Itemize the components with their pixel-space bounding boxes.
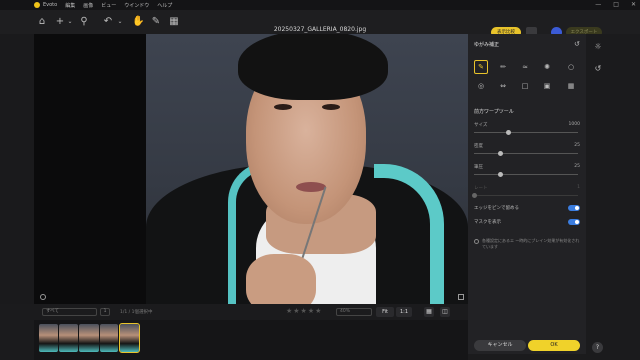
show-mask-toggle[interactable]	[568, 219, 580, 225]
left-sidebar	[0, 34, 34, 304]
pressure-slider[interactable]	[474, 172, 578, 177]
info-icon[interactable]	[40, 294, 46, 300]
menu-view[interactable]: ビュー	[101, 2, 116, 9]
size-slider-knob[interactable]	[506, 130, 512, 135]
slider-label-rate: レート	[474, 186, 488, 191]
undo-menu-icon[interactable]: ⌄	[114, 16, 126, 28]
smooth-tool-icon[interactable]: ≈	[518, 60, 532, 74]
mouth	[296, 182, 326, 192]
info-icon	[474, 239, 479, 244]
rating-stars[interactable]: ★★★★★	[286, 307, 322, 315]
thumbnail[interactable]	[59, 324, 78, 352]
close-icon[interactable]: ✕	[631, 1, 636, 8]
size-slider[interactable]	[474, 130, 578, 135]
thaw-mask-tool-icon[interactable]: ▣	[540, 79, 554, 93]
rate-slider-knob	[472, 193, 477, 198]
density-slider[interactable]	[474, 151, 578, 156]
pressure-slider-knob[interactable]	[498, 172, 503, 177]
fit-button[interactable]: Fit	[376, 307, 394, 317]
twirl-tool-icon[interactable]: ✺	[540, 60, 554, 74]
zoom-select[interactable]: 40%	[336, 308, 372, 316]
history-icon[interactable]: ↺	[593, 64, 603, 74]
panel-note: 各種設定にあるエ ー時的にプレイン効果が有効化されています	[482, 238, 580, 249]
toggle-label-pin-edges: エッジをピンで留める	[474, 206, 519, 211]
thumbnail-selected[interactable]	[119, 323, 140, 353]
slider-label-pressure: 筆圧	[474, 165, 483, 170]
bottom-controls: すべて 1 1/1 / 1個選択中 ★★★★★ 40% Fit 1:1 ▦ ◫	[34, 304, 468, 320]
ok-button[interactable]: OK	[528, 340, 580, 351]
bandage-icon[interactable]: ▦	[168, 16, 180, 28]
hand	[246, 254, 316, 304]
cancel-button[interactable]: キャンセル	[474, 340, 526, 351]
section-title: 前方ワープツール	[474, 109, 514, 115]
chevron-down-icon[interactable]: ⌄	[64, 16, 76, 28]
thumbnail[interactable]	[79, 324, 99, 352]
liquify-panel: ゆがみ補正 ↺ ✎ ✏ ≈ ✺ ○ ◎ ⇔ □ ▣ ▦ 前方ワープツール サイズ…	[468, 34, 586, 354]
right-icon-column: ☼ ↺	[586, 34, 640, 334]
filmstrip	[34, 320, 468, 360]
thumbnail[interactable]	[39, 324, 58, 352]
toolbar: ⌂ + ⌄ ⚲ ↶ ⌄ ✋ ✎ ▦ 20250327_GALLERIA_0820…	[0, 10, 640, 38]
left-eye	[274, 104, 292, 110]
actual-size-button[interactable]: 1:1	[396, 307, 412, 317]
app-name[interactable]: Evoto	[43, 2, 57, 8]
slider-label-density: 密度	[474, 144, 483, 149]
brush-icon[interactable]: ✎	[150, 16, 162, 28]
minimize-icon[interactable]: —	[595, 1, 601, 8]
reset-icon[interactable]: ↺	[574, 40, 580, 48]
slider-value-pressure[interactable]: 25	[574, 164, 580, 169]
file-name: 20250327_GALLERIA_0820.jpg	[273, 26, 367, 33]
split-view-icon[interactable]	[458, 294, 464, 300]
forward-warp-tool-icon[interactable]: ✎	[474, 60, 488, 74]
count-badge: 1	[100, 308, 110, 316]
slider-value-rate: 1	[577, 185, 580, 190]
selection-count: 1/1 / 1個選択中	[120, 310, 153, 315]
undo-icon[interactable]: ↶	[102, 16, 114, 28]
menu-image[interactable]: 画像	[83, 2, 93, 9]
photo-canvas[interactable]	[146, 34, 468, 304]
slider-value-density[interactable]: 25	[574, 143, 580, 148]
panel-title: ゆがみ補正	[474, 42, 500, 48]
hair	[238, 34, 388, 100]
hand-tool-icon[interactable]: ▦	[564, 79, 578, 93]
window-controls: — □ ✕	[595, 1, 636, 8]
bloat-tool-icon[interactable]: ◎	[474, 79, 488, 93]
home-icon[interactable]: ⌂	[36, 16, 48, 28]
right-eye	[322, 104, 340, 110]
thumbnail[interactable]	[100, 324, 118, 352]
pucker-tool-icon[interactable]: ○	[564, 60, 578, 74]
density-slider-knob[interactable]	[498, 151, 503, 156]
hood-trim-right	[374, 164, 444, 304]
compare-view-icon[interactable]: ◫	[440, 307, 450, 317]
maximize-icon[interactable]: □	[613, 1, 619, 8]
help-button[interactable]: ?	[592, 342, 603, 353]
app-logo-icon	[34, 2, 40, 8]
search-icon[interactable]: ⚲	[78, 16, 90, 28]
grid-view-icon[interactable]: ▦	[424, 307, 434, 317]
adjust-icon[interactable]: ☼	[593, 42, 603, 52]
menu-help[interactable]: ヘルプ	[157, 2, 172, 9]
menu-window[interactable]: ウインドウ	[124, 2, 149, 9]
rate-slider	[472, 193, 578, 198]
menubar: Evoto 編集 画像 ビュー ウインドウ ヘルプ — □ ✕	[0, 0, 640, 10]
filter-select[interactable]: すべて	[42, 308, 97, 316]
toggle-label-show-mask: マスクを表示	[474, 220, 501, 225]
slider-value-size[interactable]: 1000	[569, 122, 580, 127]
freeze-mask-tool-icon[interactable]: □	[518, 79, 532, 93]
menu-edit[interactable]: 編集	[65, 2, 75, 9]
slider-label-size: サイズ	[474, 123, 488, 128]
canvas-margin	[34, 34, 146, 304]
hand-icon[interactable]: ✋	[132, 16, 144, 28]
push-left-tool-icon[interactable]: ⇔	[496, 79, 510, 93]
reconstruct-tool-icon[interactable]: ✏	[496, 60, 510, 74]
pin-edges-toggle[interactable]	[568, 205, 580, 211]
